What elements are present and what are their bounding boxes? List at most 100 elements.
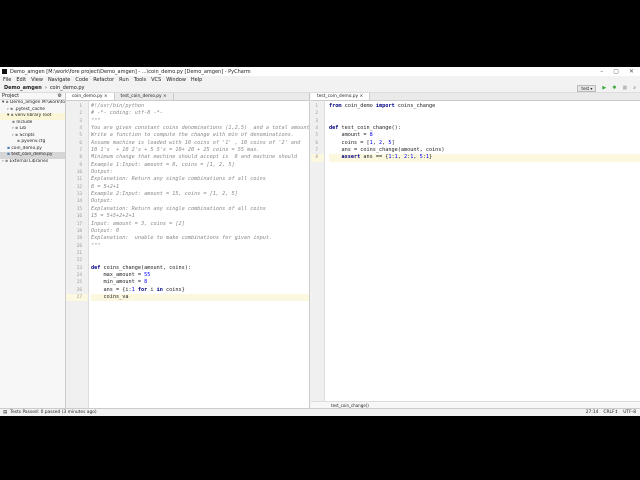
code-line[interactable]: Output:	[91, 198, 309, 205]
project-view-select[interactable]: Project	[2, 93, 19, 99]
line-number: 19	[76, 236, 82, 242]
line-number: 3	[79, 118, 82, 124]
code-area[interactable]: 1 2 3 4 5 6 7 8 9 10 11 12 13 14 15 16 17 18 19 20 21 22 23 24 2…	[66, 101, 309, 408]
code-line[interactable]: """	[91, 118, 309, 125]
code-line[interactable]: Assume machine is loaded with 10 coins o…	[91, 140, 309, 147]
code-line[interactable]: ans = coins_change(amount, coins)	[329, 147, 640, 154]
tests-status-icon: ▤	[3, 410, 8, 415]
tree-item-label: coin_demo.py	[11, 145, 42, 151]
code-line[interactable]: Input: amount = 3, coins = [2]	[91, 221, 309, 228]
project-tree: ▾ ▪ Demo_amgen M:\work\fore › ▪ .pytest_c…	[0, 100, 65, 165]
code-line[interactable]: You are given constant coins denominatio…	[91, 125, 309, 132]
cursor-position[interactable]: 27:14	[586, 410, 599, 415]
line-number: 9	[79, 162, 82, 168]
menu-edit[interactable]: Edit	[16, 77, 26, 83]
tree-item-label: .pytest_cache	[14, 106, 45, 112]
code-line[interactable]: 15 = 5+5+2+2+1	[91, 213, 309, 220]
menu-bar: File Edit View Navigate Code Refactor Run Tools…	[0, 76, 640, 84]
line-number: 24	[76, 272, 82, 278]
tree-item-label: venv library root	[14, 113, 52, 118]
code-line[interactable]: def test_coin_change():	[329, 125, 640, 132]
code-line[interactable]: Example 1:Input: amount = 8, coins = [1,…	[91, 162, 309, 169]
debug-icon[interactable]: ✱	[612, 85, 616, 91]
menu-vcs[interactable]: VCS	[151, 77, 161, 83]
file-encoding[interactable]: UTF-8	[623, 410, 636, 415]
line-number: 12	[76, 184, 82, 190]
line-number: 22	[76, 258, 82, 264]
code-line[interactable]: amount = 8	[329, 132, 640, 139]
code-line[interactable]: Write a function to compute the change w…	[91, 132, 309, 139]
breadcrumb-separator: ›	[44, 85, 47, 91]
minimize-button[interactable]: –	[600, 68, 603, 75]
code-line[interactable]: def coins_change(amount, coins):	[91, 265, 309, 272]
line-number: 5	[315, 133, 318, 139]
code-line[interactable]: Example 2:Input: amount = 15, coins = [1…	[91, 191, 309, 198]
menu-run[interactable]: Run	[119, 77, 129, 83]
tab-coin-demo[interactable]: coin_demo.py ×	[66, 93, 115, 100]
line-number: 15	[76, 206, 82, 212]
code-line[interactable]	[329, 110, 640, 117]
code-area-right[interactable]: 1 23 456 78 from coin_demo import coins_cha…	[311, 101, 640, 408]
code-line[interactable]: # -*- coding: utf-8 -*-	[91, 110, 309, 117]
run-icon[interactable]: ▶	[602, 85, 606, 91]
tab-label: test_coin_demo.py	[317, 94, 359, 99]
breadcrumb-file[interactable]: coin_demo.py	[50, 85, 85, 91]
code-line[interactable]: 10 1's + 10 2's + 5 5's = 10+ 20 + 25 co…	[91, 147, 309, 154]
line-number: 7	[79, 148, 82, 154]
code-line[interactable]	[329, 118, 640, 125]
breadcrumb-project[interactable]: Demo_amgen	[4, 85, 42, 91]
line-number: 1	[315, 104, 318, 109]
code-line[interactable]: Explanation: unable to make combinations…	[91, 235, 309, 242]
menu-refactor[interactable]: Refactor	[93, 77, 114, 83]
close-button[interactable]: ✕	[629, 68, 634, 75]
menu-window[interactable]: Window	[166, 77, 186, 83]
line-number: 13	[76, 192, 82, 198]
code-line[interactable]: from coin_demo import coins_change	[329, 103, 640, 110]
run-config-select[interactable]: test ▾	[577, 84, 597, 92]
code-line[interactable]: Output:	[91, 169, 309, 176]
menu-view[interactable]: View	[31, 77, 43, 83]
tab-label: coin_demo.py	[72, 94, 103, 99]
settings-icon[interactable]: ⚙	[58, 93, 65, 99]
line-separator[interactable]: CRLF↕	[603, 410, 618, 415]
menu-navigate[interactable]: Navigate	[48, 77, 70, 83]
right-editor: test_coin_demo.py × 1 23 456 78 from coin_d…	[311, 93, 640, 408]
line-number: 2	[315, 111, 318, 117]
code-line[interactable]: Explanation: Return any single combinati…	[91, 206, 309, 213]
code-line[interactable]	[91, 257, 309, 264]
tab-test-coin-demo-right[interactable]: test_coin_demo.py ×	[311, 93, 371, 100]
code-line[interactable]: ans = {i:1 for i in coins}	[91, 287, 309, 294]
code-line[interactable]: coins_va	[91, 293, 309, 302]
code-line[interactable]: Minimum change that machine should accep…	[91, 154, 309, 161]
menu-tools[interactable]: Tools	[134, 77, 146, 83]
tree-item-label: Demo_amgen M:\work\fore	[9, 100, 65, 105]
stop-icon[interactable]: ■	[622, 85, 627, 91]
window-title: Demo_amgen [M:\work\fore project\Demo_am…	[10, 68, 251, 75]
menu-file[interactable]: File	[3, 77, 11, 83]
line-number: 8	[79, 155, 82, 161]
code-line[interactable]: assert ans == {1:1, 2:1, 5:1}	[329, 154, 640, 162]
menu-help[interactable]: Help	[191, 77, 202, 83]
line-number: 16	[76, 214, 82, 220]
tree-item[interactable]: › ▪ External Libraries	[0, 159, 65, 166]
search-icon[interactable]: ⌕	[633, 85, 636, 91]
line-number: 6	[79, 140, 82, 146]
line-number: 27	[66, 293, 88, 302]
code-line[interactable]: min_amount = 8	[91, 279, 309, 286]
code-breadcrumb[interactable]: test_coin_change()	[311, 401, 640, 408]
tab-label: test_coin_demo.py	[120, 94, 162, 99]
menu-code[interactable]: Code	[75, 77, 88, 83]
code-line[interactable]: Output: 0	[91, 228, 309, 235]
code-line[interactable]: 8 = 5+2+1	[91, 184, 309, 191]
tab-test-coin-demo[interactable]: test_coin_demo.py ×	[115, 93, 174, 100]
tree-item-label: Scripts	[19, 132, 35, 138]
code-line[interactable]: max_amount = 55	[91, 272, 309, 279]
maximize-button[interactable]: ▢	[613, 68, 619, 75]
run-config-label: test	[581, 85, 590, 91]
code-line[interactable]: coins = [1, 2, 5]	[329, 140, 640, 147]
code-line[interactable]: #!/usr/bin/python	[91, 103, 309, 110]
code-line[interactable]: """	[91, 243, 309, 250]
code-line[interactable]: Explanation: Return any single combinati…	[91, 176, 309, 183]
code-line[interactable]	[91, 250, 309, 257]
status-message[interactable]: Tests Passed: 0 passed (3 minutes ago)	[10, 410, 96, 415]
